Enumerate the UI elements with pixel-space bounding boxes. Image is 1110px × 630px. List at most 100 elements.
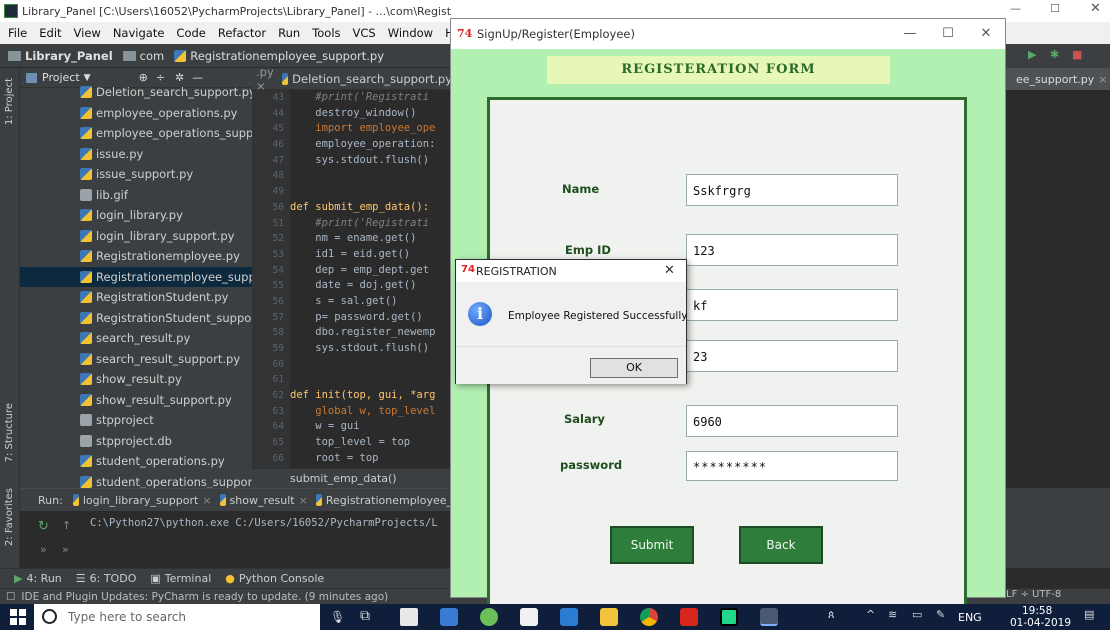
- joining-date-input[interactable]: 23: [686, 340, 898, 372]
- pycharm-taskbar-icon[interactable]: [720, 608, 738, 626]
- code-editor[interactable]: #print('Registrati destroy_window() impo…: [290, 90, 452, 468]
- run-tab-registration[interactable]: Registrationemployee_: [326, 494, 452, 507]
- python-taskbar-icon[interactable]: [760, 608, 778, 626]
- acrobat-icon[interactable]: [680, 608, 698, 626]
- scroll-up-icon[interactable]: ↑: [62, 519, 71, 532]
- clock-date[interactable]: 01-04-2019: [1010, 617, 1071, 629]
- nav-crumb-project[interactable]: Library_Panel: [25, 49, 113, 63]
- language-indicator[interactable]: ENG: [958, 611, 982, 624]
- tree-item[interactable]: Deletion_search_support.py: [20, 82, 252, 103]
- stop-icon[interactable]: ■: [1072, 48, 1082, 61]
- store-icon[interactable]: [520, 608, 538, 626]
- tray-chevron-icon[interactable]: ^: [866, 608, 875, 621]
- mail-app-icon[interactable]: [400, 608, 418, 626]
- nav-crumb-package[interactable]: com: [140, 49, 165, 63]
- pen-icon[interactable]: ✎: [936, 608, 945, 621]
- back-button[interactable]: Back: [739, 526, 823, 564]
- app-icon-blue[interactable]: [560, 608, 578, 626]
- name-input[interactable]: Sskfrgrg: [686, 174, 898, 206]
- tk-close-icon[interactable]: ✕: [967, 19, 1005, 49]
- run-icon[interactable]: ▶: [1028, 48, 1036, 61]
- menu-refactor[interactable]: Refactor: [218, 26, 266, 40]
- menu-view[interactable]: View: [74, 26, 101, 40]
- close-icon[interactable]: ×: [1098, 73, 1107, 86]
- run-console-output[interactable]: C:\Python27\python.exe C:/Users/16052/Py…: [90, 517, 452, 535]
- password-input[interactable]: *********: [686, 451, 898, 481]
- todo-tool-tab[interactable]: 6: TODO: [90, 572, 137, 585]
- close-icon[interactable]: ×: [299, 494, 308, 507]
- task-view-icon[interactable]: ⧉: [360, 608, 370, 624]
- people-icon[interactable]: ጰ: [828, 608, 835, 622]
- chevron-down-icon[interactable]: ▼: [84, 73, 91, 83]
- app-icon-green[interactable]: [480, 608, 498, 626]
- menu-window[interactable]: Window: [388, 26, 433, 40]
- tree-item[interactable]: student_operations_support.py: [20, 472, 252, 488]
- chrome-icon[interactable]: [640, 608, 658, 626]
- emp-id-input[interactable]: 123: [686, 234, 898, 266]
- tree-item[interactable]: search_result_support.py: [20, 349, 252, 370]
- status-message[interactable]: IDE and Plugin Updates: PyCharm is ready…: [21, 591, 388, 603]
- structure-tool-tab[interactable]: 7: Structure: [4, 403, 15, 462]
- dialog-close-icon[interactable]: ✕: [664, 263, 675, 278]
- run-tab-login[interactable]: login_library_support: [83, 494, 198, 507]
- tree-item[interactable]: RegistrationStudent_support.py: [20, 308, 252, 329]
- clock-time[interactable]: 19:58: [1022, 605, 1052, 617]
- tree-item[interactable]: Registrationemployee.py: [20, 246, 252, 267]
- tk-maximize-icon[interactable]: ☐: [929, 19, 967, 49]
- tree-item[interactable]: search_result.py: [20, 328, 252, 349]
- tree-item[interactable]: employee_operations_support.py: [20, 123, 252, 144]
- menu-file[interactable]: File: [8, 26, 27, 40]
- file-explorer-icon[interactable]: [600, 608, 618, 626]
- tree-item[interactable]: stpproject.db: [20, 431, 252, 452]
- tree-item[interactable]: RegistrationStudent.py: [20, 287, 252, 308]
- ide-maximize-icon[interactable]: ☐: [1050, 2, 1060, 15]
- favorites-tool-tab[interactable]: 2: Favorites: [4, 488, 15, 546]
- ok-button[interactable]: OK: [590, 358, 678, 378]
- wifi-icon[interactable]: ≋: [888, 608, 897, 621]
- tree-item[interactable]: show_result_support.py: [20, 390, 252, 411]
- menu-edit[interactable]: Edit: [39, 26, 61, 40]
- submit-button[interactable]: Submit: [610, 526, 694, 564]
- menu-navigate[interactable]: Navigate: [113, 26, 165, 40]
- python-console-tool-tab[interactable]: Python Console: [239, 572, 324, 585]
- tree-item[interactable]: issue_support.py: [20, 164, 252, 185]
- tree-item[interactable]: student_operations.py: [20, 451, 252, 472]
- rerun-icon[interactable]: ↻: [38, 519, 49, 534]
- registration-window-title-bar[interactable]: 74 SignUp/Register(Employee) — ☐ ✕: [451, 19, 1005, 49]
- expand-icon[interactable]: »: [40, 543, 47, 556]
- tree-item[interactable]: stpproject: [20, 410, 252, 431]
- project-tool-tab[interactable]: 1: Project: [4, 78, 15, 125]
- microphone-icon[interactable]: 🎙: [330, 604, 345, 630]
- app-icon-spiral[interactable]: [440, 608, 458, 626]
- menu-run[interactable]: Run: [278, 26, 300, 40]
- debug-icon[interactable]: ✱: [1050, 48, 1059, 61]
- run-tab-show-result[interactable]: show_result: [230, 494, 295, 507]
- dialog-title-bar[interactable]: 74 REGISTRATION ✕: [456, 260, 686, 282]
- salary-input[interactable]: 6960: [686, 405, 898, 437]
- menu-code[interactable]: Code: [176, 26, 205, 40]
- editor-tab-partial[interactable]: .py ×: [256, 65, 274, 93]
- tree-item[interactable]: issue.py: [20, 144, 252, 165]
- tree-item[interactable]: show_result.py: [20, 369, 252, 390]
- tree-item[interactable]: employee_operations.py: [20, 103, 252, 124]
- nav-crumb-file[interactable]: Registrationemployee_support.py: [190, 49, 384, 63]
- tree-item[interactable]: Registrationemployee_support.py: [20, 266, 252, 287]
- tk-minimize-icon[interactable]: —: [891, 19, 929, 49]
- tree-item[interactable]: login_library.py: [20, 205, 252, 226]
- terminal-tool-tab[interactable]: Terminal: [165, 572, 212, 585]
- code-breadcrumb[interactable]: submit_emp_data(): [290, 472, 397, 485]
- tree-item[interactable]: login_library_support.py: [20, 226, 252, 247]
- department-input[interactable]: kf: [686, 289, 898, 321]
- menu-tools[interactable]: Tools: [312, 26, 340, 40]
- taskbar-search-box[interactable]: Type here to search 🎙: [34, 604, 345, 630]
- close-icon[interactable]: ×: [202, 494, 211, 507]
- right-encoding-status[interactable]: LF ÷ UTF-8: [1006, 589, 1061, 600]
- windows-start-icon[interactable]: [10, 609, 26, 625]
- menu-vcs[interactable]: VCS: [353, 26, 376, 40]
- ide-close-icon[interactable]: ✕: [1090, 1, 1101, 16]
- run-tool-tab[interactable]: 4: Run: [26, 572, 61, 585]
- ide-minimize-icon[interactable]: —: [1010, 2, 1021, 15]
- tree-item[interactable]: lib.gif: [20, 185, 252, 206]
- notification-icon[interactable]: ▤: [1084, 608, 1094, 621]
- battery-icon[interactable]: ▭: [912, 608, 922, 621]
